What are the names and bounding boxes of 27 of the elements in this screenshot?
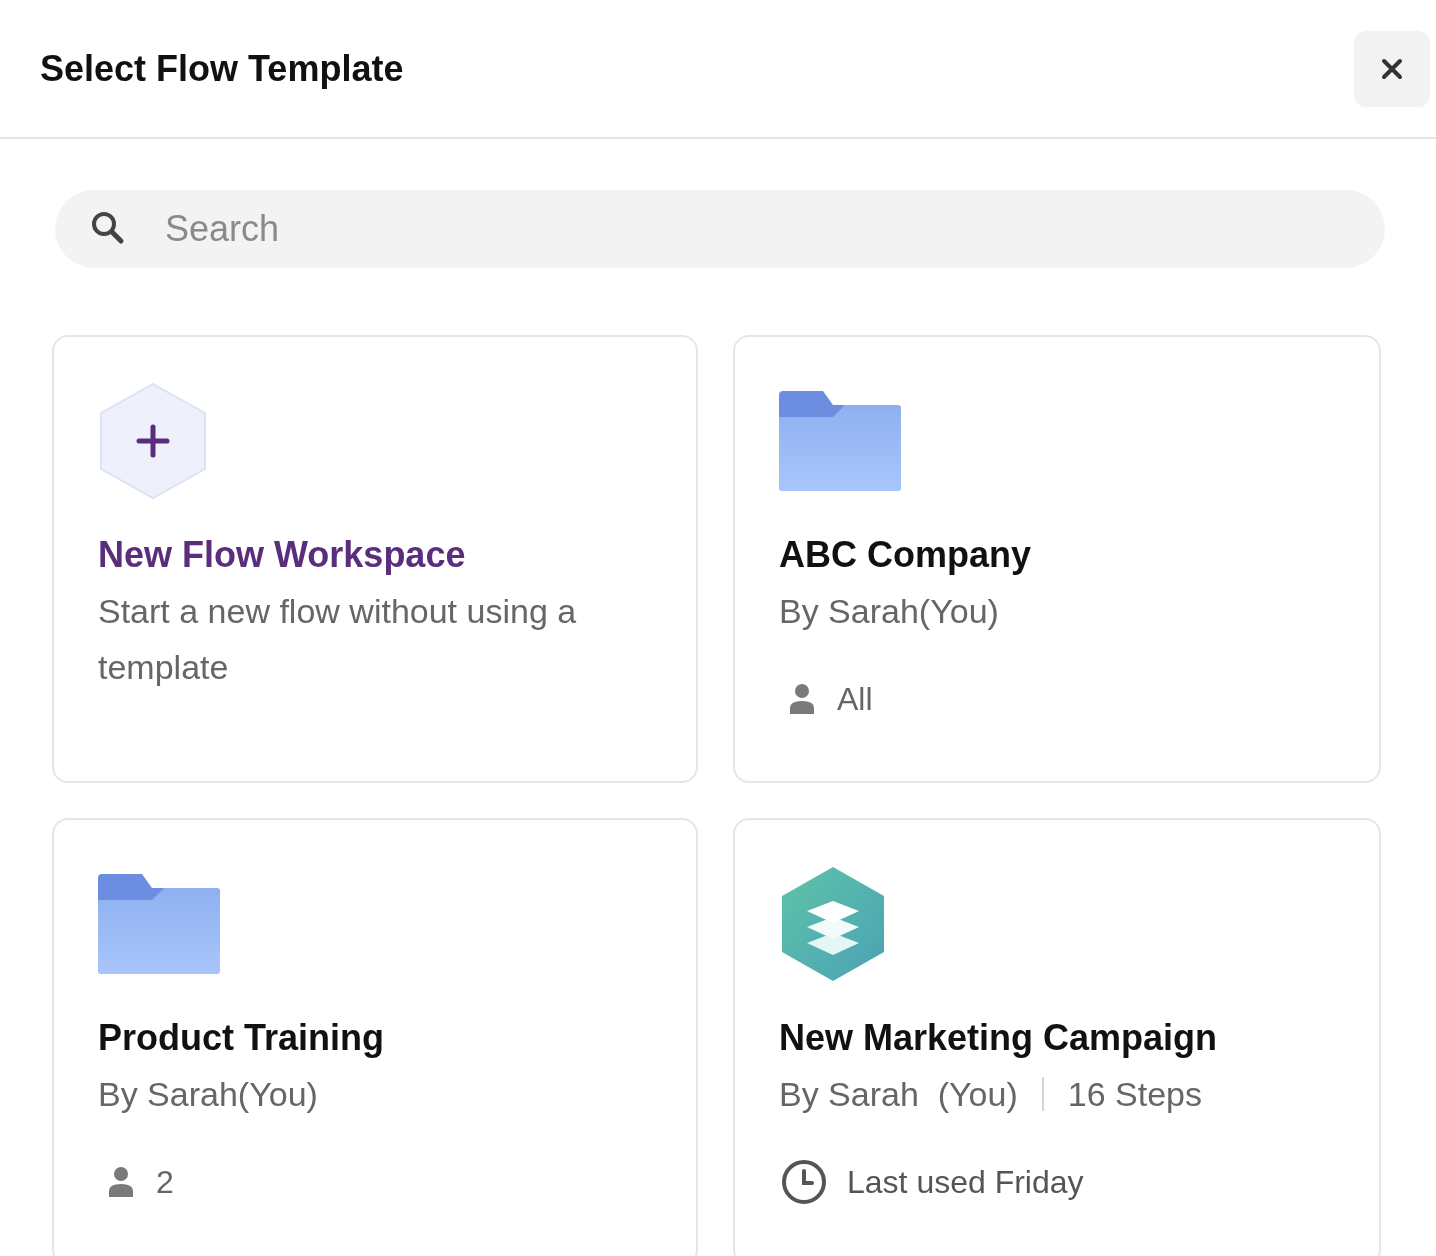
steps-count: 16 Steps [1067,1073,1202,1115]
stacked-layers-hexagon-icon [779,865,887,983]
folder-icon [98,874,220,974]
card-title: Product Training [98,1016,385,1060]
person-icon [789,683,815,715]
template-card[interactable]: New Flow Workspace Start a new flow without using a template [52,335,698,783]
search-field[interactable]: Search [55,190,1385,268]
card-title: New Marketing Campaign [779,1016,1219,1060]
members-text: All [837,680,873,719]
close-icon [1380,56,1404,81]
author-text: By Sarah(You) [779,590,999,632]
folder-icon [779,391,901,491]
card-title: New Flow Workspace [98,533,467,577]
dialog-title: Select Flow Template [40,46,404,91]
person-icon [108,1166,134,1198]
card-description: Start a new flow without using a template [98,591,578,688]
template-card[interactable]: ABC Company By Sarah(You) All [733,335,1381,783]
plus-hexagon-icon [98,382,208,500]
clock-icon [781,1159,827,1205]
last-used-text: Last used Friday [847,1163,1084,1202]
card-title: ABC Company [779,533,1033,577]
template-card[interactable]: Product Training By Sarah(You) 2 [52,818,698,1256]
author-text: By Sarah (You) [779,1073,1018,1115]
template-card[interactable]: New Marketing Campaign By Sarah (You) 16 Steps Last used Friday [733,818,1381,1256]
author-text: By Sarah(You) [98,1073,318,1115]
members-text: 2 [156,1163,174,1202]
close-button[interactable] [1354,30,1430,107]
